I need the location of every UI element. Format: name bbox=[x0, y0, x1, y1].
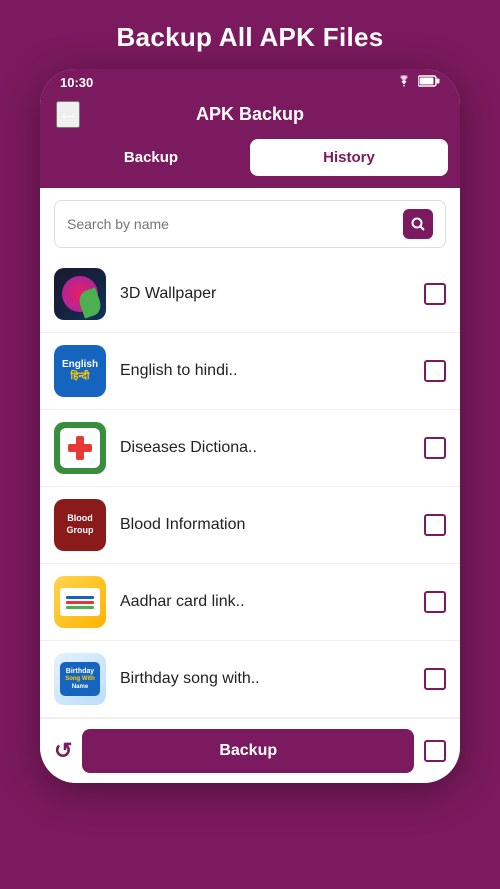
app-name: English to hindi.. bbox=[120, 362, 410, 380]
app-icon-birthday-song: Birthday Song With Name bbox=[54, 653, 106, 705]
app-checkbox[interactable] bbox=[424, 591, 446, 613]
header-title: APK Backup bbox=[196, 104, 304, 125]
battery-icon bbox=[418, 75, 440, 90]
refresh-button[interactable]: ↺ bbox=[54, 738, 72, 764]
app-icon-diseases-dictionary bbox=[54, 422, 106, 474]
list-item: English हिन्दी English to hindi.. bbox=[40, 333, 460, 410]
app-icon-blood-information: Blood Group bbox=[54, 499, 106, 551]
backup-button[interactable]: Backup bbox=[82, 729, 414, 773]
search-input[interactable] bbox=[67, 216, 403, 232]
app-icon-3d-wallpaper bbox=[54, 268, 106, 320]
app-list: 3D Wallpaper English हिन्दी English to h… bbox=[40, 256, 460, 718]
status-time: 10:30 bbox=[60, 75, 93, 90]
top-bar: ← APK Backup bbox=[40, 94, 460, 139]
app-name: Blood Information bbox=[120, 516, 410, 534]
app-checkbox[interactable] bbox=[424, 283, 446, 305]
app-checkbox[interactable] bbox=[424, 514, 446, 536]
status-icons bbox=[396, 75, 440, 90]
wifi-icon bbox=[396, 75, 412, 90]
phone-frame: 10:30 ← APK Backup bbox=[40, 69, 460, 783]
app-icon-aadhar-card bbox=[54, 576, 106, 628]
app-name: Aadhar card link.. bbox=[120, 593, 410, 611]
app-checkbox[interactable] bbox=[424, 668, 446, 690]
list-item: 3D Wallpaper bbox=[40, 256, 460, 333]
list-item: Diseases Dictiona.. bbox=[40, 410, 460, 487]
app-icon-english-hindi: English हिन्दी bbox=[54, 345, 106, 397]
app-checkbox[interactable] bbox=[424, 360, 446, 382]
bottom-bar: ↺ Backup bbox=[40, 718, 460, 783]
app-name: Diseases Dictiona.. bbox=[120, 439, 410, 457]
list-item: Blood Group Blood Information bbox=[40, 487, 460, 564]
select-all-checkbox[interactable] bbox=[424, 740, 446, 762]
search-bar bbox=[54, 200, 446, 248]
tab-backup[interactable]: Backup bbox=[52, 139, 250, 176]
tab-bar: Backup History bbox=[40, 139, 460, 188]
page-title: Backup All APK Files bbox=[96, 0, 403, 69]
search-button[interactable] bbox=[403, 209, 433, 239]
content-area: 3D Wallpaper English हिन्दी English to h… bbox=[40, 188, 460, 718]
app-name: 3D Wallpaper bbox=[120, 285, 410, 303]
tab-history[interactable]: History bbox=[250, 139, 448, 176]
status-bar: 10:30 bbox=[40, 69, 460, 94]
list-item: Birthday Song With Name Birthday song wi… bbox=[40, 641, 460, 718]
app-checkbox[interactable] bbox=[424, 437, 446, 459]
app-name: Birthday song with.. bbox=[120, 670, 410, 688]
list-item: Aadhar card link.. bbox=[40, 564, 460, 641]
back-button[interactable]: ← bbox=[56, 101, 80, 128]
